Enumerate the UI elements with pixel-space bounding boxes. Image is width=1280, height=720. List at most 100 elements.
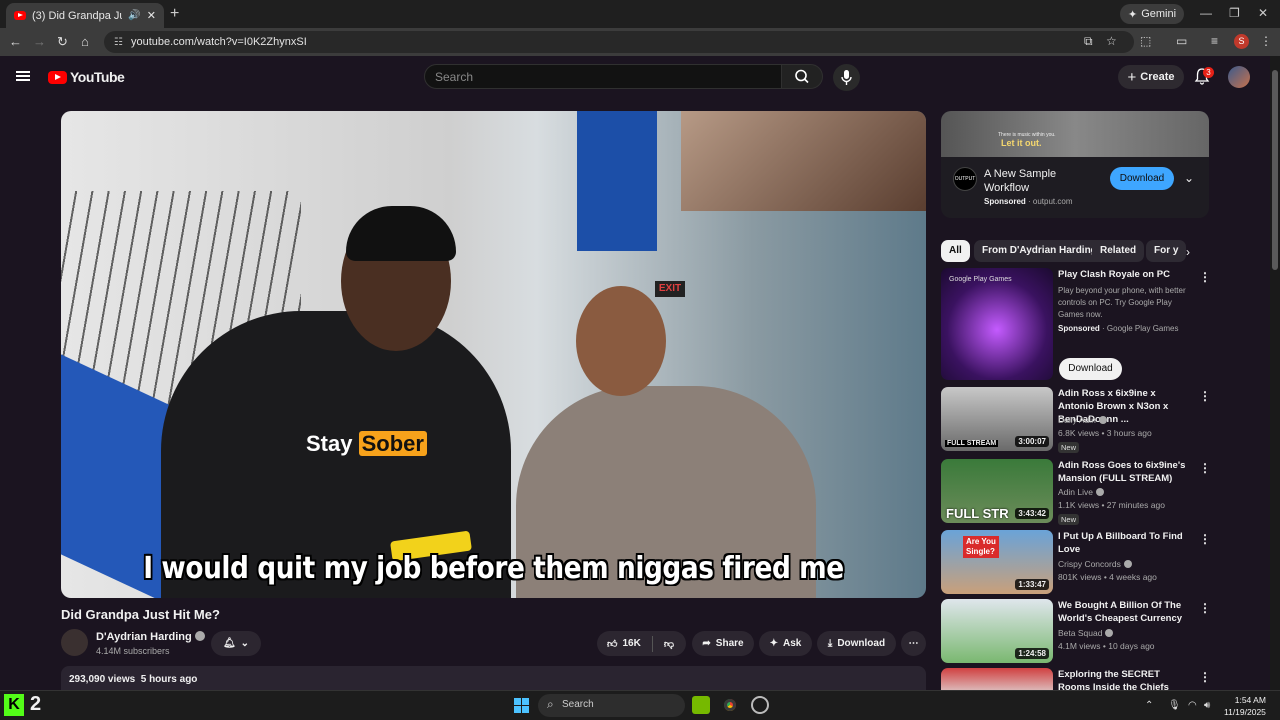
close-window-icon[interactable]: ✕: [1258, 6, 1268, 20]
recommendation-item[interactable]: 1:24:58 We Bought A Billion Of The World…: [941, 599, 1211, 663]
recommendation-item[interactable]: Exploring the SECRET Rooms Inside the Ch…: [941, 668, 1209, 690]
nvidia-icon[interactable]: [692, 696, 710, 714]
more-vertical-icon[interactable]: ⋮: [1199, 601, 1211, 615]
recommendation-meta: 4.1M views • 10 days ago: [1058, 641, 1155, 651]
wifi-icon[interactable]: ◠: [1188, 700, 1197, 711]
page-scrollbar[interactable]: [1270, 56, 1280, 690]
ad-title: A New Sample Workflow: [984, 168, 1057, 194]
gemini-label: Gemini: [1141, 8, 1177, 20]
recommendation-title: Play Clash Royale on PC: [1058, 269, 1170, 280]
chrome-taskbar-icon[interactable]: [721, 696, 739, 714]
video-frame-blue-panel: [577, 111, 657, 251]
microphone-tray-icon[interactable]: 🎙︎: [1168, 700, 1181, 711]
share-label: Share: [715, 638, 744, 649]
kick-widget-icon[interactable]: K: [4, 694, 24, 716]
recommendation-item[interactable]: FULL STR 3:43:42 Adin Ross Goes to 6ix9i…: [941, 459, 1211, 525]
search-input[interactable]: Search: [424, 64, 782, 89]
install-app-icon[interactable]: ⧉: [1084, 34, 1093, 49]
download-label: Download: [837, 638, 886, 649]
more-vertical-icon[interactable]: ⋮: [1199, 532, 1211, 546]
channel-name-text: D'Aydrian Harding: [96, 631, 192, 643]
scrollbar-thumb[interactable]: [1272, 70, 1278, 270]
speaker-icon[interactable]: 🔊: [128, 10, 140, 21]
recommendation-thumbnail: FULL STREAM 3:00:07: [941, 387, 1053, 451]
url-text: youtube.com/watch?v=I0K2ZhynxSI: [130, 36, 307, 48]
tray-chevron-up-icon[interactable]: ⌃: [1145, 700, 1153, 711]
volume-icon[interactable]: 🔊︎: [1204, 700, 1210, 711]
hoodie-print: Stay Sober: [306, 431, 427, 457]
view-count: 293,090 views: [69, 674, 136, 685]
chips-next-chevron-icon[interactable]: ›: [1186, 245, 1190, 259]
browser-tab-strip: (3) Did Grandpa Just Hit Me? 🔊 ✕ + ✦ Gem…: [0, 0, 1280, 28]
more-vertical-icon[interactable]: ⋮: [1199, 461, 1211, 475]
dislike-icon[interactable]: 👎︎: [664, 638, 674, 650]
more-vertical-icon[interactable]: ⋮: [1199, 389, 1211, 403]
back-icon[interactable]: ←: [9, 34, 22, 49]
video-player[interactable]: EXIT Stay Sober I would quit my job befo…: [61, 111, 926, 598]
bookmark-star-icon[interactable]: ☆: [1106, 34, 1117, 48]
recommendation-thumbnail: Are You Single? 1:33:47: [941, 530, 1053, 594]
description-box[interactable]: 293,090 views 5 hours ago: [61, 666, 926, 690]
share-button[interactable]: ➦ Share: [692, 631, 754, 656]
more-horizontal-icon: ⋯: [908, 638, 919, 649]
chip-for-you[interactable]: For y: [1146, 240, 1187, 262]
minimize-icon[interactable]: —: [1200, 6, 1212, 20]
recommendation-item[interactable]: FULL STREAM 3:00:07 Adin Ross x 6ix9ine …: [941, 387, 1211, 453]
thumbnail-label: FULL STREAM: [945, 440, 999, 447]
new-tab-button[interactable]: +: [170, 5, 179, 23]
verified-icon: [1095, 488, 1104, 496]
video-frame-cap: [346, 206, 456, 261]
menu-icon[interactable]: [16, 71, 30, 81]
site-info-icon[interactable]: ☷: [114, 37, 123, 48]
restore-icon[interactable]: ❐: [1229, 6, 1240, 20]
chip-all[interactable]: All: [941, 240, 970, 262]
youtube-logo[interactable]: YouTube: [48, 69, 125, 85]
verified-icon: [1098, 416, 1107, 424]
chip-related[interactable]: Related: [1092, 240, 1145, 262]
forward-icon[interactable]: →: [33, 34, 46, 49]
account-avatar[interactable]: [1228, 66, 1250, 88]
media-icon[interactable]: ▭: [1176, 34, 1187, 48]
chip-from-channel[interactable]: From D'Aydrian Harding: [974, 240, 1105, 262]
video-frame-head-right: [576, 286, 666, 396]
verified-icon: [1105, 629, 1114, 637]
ad-logo: OUTPUT: [953, 167, 977, 191]
more-vertical-icon[interactable]: ⋮: [1199, 670, 1209, 684]
app-taskbar-icon[interactable]: [751, 696, 769, 714]
more-actions-button[interactable]: ⋯: [901, 631, 926, 656]
recommendation-item[interactable]: Are You Single? 1:33:47 I Put Up A Billb…: [941, 530, 1211, 594]
windows-start-icon[interactable]: [514, 698, 529, 713]
reload-icon[interactable]: ↻: [57, 34, 68, 50]
search-button[interactable]: [781, 64, 823, 89]
channel-name[interactable]: D'Aydrian Harding: [96, 631, 205, 643]
home-icon[interactable]: ⌂: [81, 34, 89, 49]
reading-list-icon[interactable]: ≡: [1211, 34, 1218, 48]
recommendation-channel: Crispy Concords: [1058, 558, 1132, 571]
verified-icon: [1123, 560, 1132, 568]
close-tab-icon[interactable]: ✕: [147, 9, 156, 22]
ask-button[interactable]: ✦ Ask: [759, 631, 812, 656]
subscriber-count: 4.14M subscribers: [96, 646, 170, 656]
download-button[interactable]: ⤓ Download: [817, 631, 896, 656]
ad-expand-chevron-icon[interactable]: ⌄: [1184, 171, 1194, 185]
sponsored-ad-card[interactable]: There is music within you. Let it out. O…: [941, 111, 1209, 218]
create-button[interactable]: + Create: [1118, 65, 1184, 89]
recommendation-meta: 6.8K views • 3 hours ago: [1058, 428, 1152, 438]
gemini-button[interactable]: ✦ Gemini: [1120, 4, 1185, 24]
recommendation-download-button[interactable]: Download: [1059, 358, 1122, 380]
more-vertical-icon[interactable]: ⋮: [1199, 270, 1211, 284]
extensions-icon[interactable]: ⬚: [1140, 34, 1151, 48]
address-bar[interactable]: ☷ youtube.com/watch?v=I0K2ZhynxSI: [104, 31, 1134, 53]
like-icon[interactable]: 👍︎: [607, 638, 617, 650]
like-count[interactable]: 16K: [622, 638, 640, 649]
subscribe-notifications-button[interactable]: 🔔︎ ⌄: [211, 631, 261, 656]
ad-download-button[interactable]: Download: [1110, 167, 1174, 190]
recommendation-sponsored[interactable]: Google Play Games Play Clash Royale on P…: [941, 268, 1211, 380]
chrome-menu-icon[interactable]: ⋮: [1260, 34, 1272, 48]
taskbar-search[interactable]: Search: [538, 694, 685, 717]
browser-tab[interactable]: (3) Did Grandpa Just Hit Me? 🔊 ✕: [6, 3, 164, 28]
profile-avatar[interactable]: S: [1234, 34, 1249, 49]
channel-avatar[interactable]: [61, 629, 88, 656]
voice-search-button[interactable]: [833, 64, 860, 91]
system-clock[interactable]: 1:54 AM 11/19/2025: [1224, 694, 1266, 718]
